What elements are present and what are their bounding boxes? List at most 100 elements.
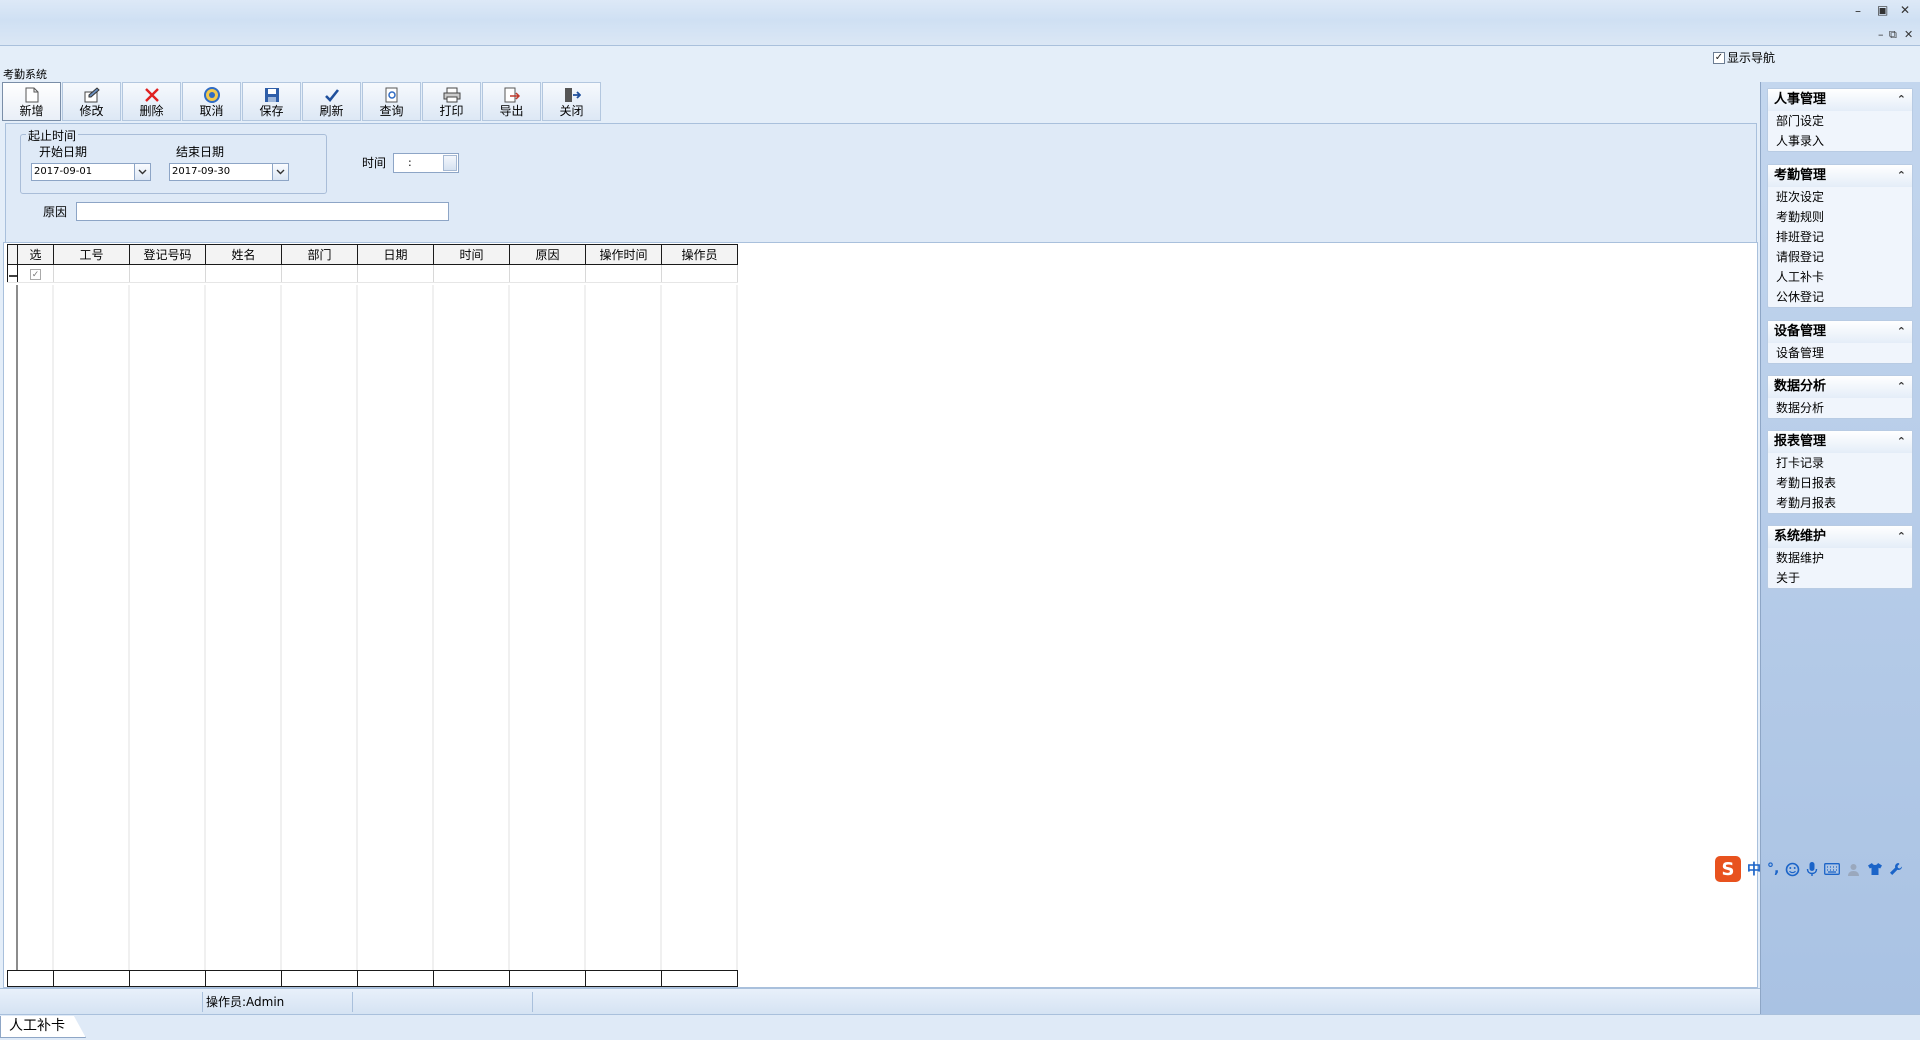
collapse-icon[interactable]: ⌃	[1897, 526, 1906, 548]
column-header-operation-time[interactable]: 操作时间	[585, 244, 662, 265]
nav-item-personnel-entry[interactable]: 人事录入	[1768, 131, 1912, 151]
collapse-icon[interactable]: ⌃	[1897, 376, 1906, 398]
nav-group-header[interactable]: 人事管理 ⌃	[1768, 89, 1912, 111]
time-value: :	[408, 156, 412, 169]
nav-group-header[interactable]: 设备管理 ⌃	[1768, 321, 1912, 343]
child-close-icon[interactable]: ✕	[1904, 28, 1913, 41]
time-cell[interactable]	[433, 264, 510, 283]
nav-item-department-setup[interactable]: 部门设定	[1768, 111, 1912, 131]
table-row[interactable]: ✓	[7, 264, 738, 283]
keyboard-icon[interactable]	[1824, 863, 1841, 875]
collapse-icon[interactable]: ⌃	[1897, 165, 1906, 187]
time-spin-button[interactable]	[443, 155, 457, 171]
wrench-icon[interactable]	[1889, 862, 1903, 876]
nav-item-manual-punch[interactable]: 人工补卡	[1768, 267, 1912, 287]
skin-icon[interactable]	[1867, 862, 1883, 876]
nav-item-data-analysis[interactable]: 数据分析	[1768, 398, 1912, 418]
delete-button[interactable]: 删除	[122, 82, 181, 121]
column-header-employee-id[interactable]: 工号	[53, 244, 130, 265]
user-icon[interactable]	[1846, 862, 1861, 877]
name-cell[interactable]	[205, 264, 282, 283]
nav-item-leave-register[interactable]: 请假登记	[1768, 247, 1912, 267]
cancel-button[interactable]: 取消	[182, 82, 241, 121]
date-range-group: 起止时间 开始日期 结束日期 2017-09-01 2017-09-30	[20, 127, 327, 194]
column-header-register-number[interactable]: 登记号码	[129, 244, 206, 265]
nav-group-header[interactable]: 数据分析 ⌃	[1768, 376, 1912, 398]
select-cell[interactable]: ✓	[17, 264, 54, 283]
nav-group-header[interactable]: 报表管理 ⌃	[1768, 431, 1912, 453]
edit-button[interactable]: 修改	[62, 82, 121, 121]
ime-toolbar[interactable]: S 中 °,	[1713, 855, 1920, 883]
row-select-checkbox[interactable]: ✓	[30, 269, 41, 281]
collapse-icon[interactable]: ⌃	[1897, 89, 1906, 111]
nav-item-monthly-report[interactable]: 考勤月报表	[1768, 493, 1912, 513]
ime-punctuation-icon[interactable]: °,	[1767, 861, 1779, 877]
refresh-button-label: 刷新	[319, 104, 344, 118]
nav-item-attendance-rules[interactable]: 考勤规则	[1768, 207, 1912, 227]
department-cell[interactable]	[281, 264, 358, 283]
start-date-picker[interactable]: 2017-09-01	[31, 163, 151, 181]
ime-mode-label[interactable]: 中	[1747, 859, 1761, 879]
column-header-time[interactable]: 时间	[433, 244, 510, 265]
nav-item-shift-setup[interactable]: 班次设定	[1768, 187, 1912, 207]
add-button[interactable]: 新增	[2, 82, 61, 121]
employee-id-cell[interactable]	[53, 264, 130, 283]
title-bar: – ▣ ✕ – ⧉ ✕	[0, 0, 1920, 46]
save-button[interactable]: 保存	[242, 82, 301, 121]
minimize-icon[interactable]: –	[1855, 4, 1861, 18]
column-header-name[interactable]: 姓名	[205, 244, 282, 265]
reason-cell[interactable]	[509, 264, 586, 283]
emoji-icon[interactable]	[1785, 862, 1800, 877]
column-header-reason[interactable]: 原因	[509, 244, 586, 265]
show-navigation-checkbox[interactable]: ✓	[1713, 51, 1725, 64]
nav-item-device-management[interactable]: 设备管理	[1768, 343, 1912, 363]
nav-item-schedule-register[interactable]: 排班登记	[1768, 227, 1912, 247]
show-navigation-toggle[interactable]: ✓ 显示导航	[1713, 49, 1775, 66]
close-button[interactable]: 关闭	[542, 82, 601, 121]
row-indicator[interactable]	[7, 264, 18, 283]
column-header-date[interactable]: 日期	[357, 244, 434, 265]
child-minimize-icon[interactable]: –	[1878, 28, 1884, 41]
column-header-department[interactable]: 部门	[281, 244, 358, 265]
refresh-button[interactable]: 刷新	[302, 82, 361, 121]
chevron-down-icon[interactable]	[272, 164, 288, 180]
print-button[interactable]: 打印	[422, 82, 481, 121]
print-button-label: 打印	[439, 104, 464, 118]
nav-item-punch-records[interactable]: 打卡记录	[1768, 453, 1912, 473]
end-date-picker[interactable]: 2017-09-30	[169, 163, 289, 181]
reason-input[interactable]	[76, 202, 449, 221]
child-restore-icon[interactable]: ⧉	[1889, 28, 1897, 42]
nav-group-title: 人事管理	[1774, 92, 1827, 107]
time-input[interactable]: :	[393, 153, 459, 173]
date-cell[interactable]	[357, 264, 434, 283]
cancel-button-label: 取消	[199, 104, 224, 118]
start-date-value: 2017-09-01	[34, 166, 93, 177]
delete-button-label: 删除	[139, 104, 164, 118]
export-button[interactable]: 导出	[482, 82, 541, 121]
collapse-icon[interactable]: ⌃	[1897, 321, 1906, 343]
nav-group-header[interactable]: 考勤管理 ⌃	[1768, 165, 1912, 187]
records-grid: 选 工号 登记号码 姓名 部门 日期 时间 原因 操作时间 操作员 ✓	[3, 242, 1758, 988]
nav-item-data-maintenance[interactable]: 数据维护	[1768, 548, 1912, 568]
query-button[interactable]: 查询	[362, 82, 421, 121]
nav-item-daily-report[interactable]: 考勤日报表	[1768, 473, 1912, 493]
nav-item-about[interactable]: 关于	[1768, 568, 1912, 588]
nav-group-header[interactable]: 系统维护 ⌃	[1768, 526, 1912, 548]
operation-time-cell[interactable]	[585, 264, 662, 283]
ime-logo-icon[interactable]: S	[1715, 856, 1741, 882]
close-icon[interactable]: ✕	[1900, 3, 1910, 17]
collapse-icon[interactable]: ⌃	[1897, 431, 1906, 453]
query-button-label: 查询	[379, 104, 404, 118]
restore-icon[interactable]: ▣	[1877, 3, 1888, 17]
tab-manual-punch[interactable]: 人工补卡	[0, 1016, 86, 1038]
records-table: 选 工号 登记号码 姓名 部门 日期 时间 原因 操作时间 操作员 ✓	[7, 244, 738, 283]
column-header-operator[interactable]: 操作员	[661, 244, 738, 265]
save-button-label: 保存	[259, 104, 284, 118]
delete-icon	[143, 86, 161, 103]
nav-item-holiday-register[interactable]: 公休登记	[1768, 287, 1912, 307]
chevron-down-icon[interactable]	[134, 164, 150, 180]
register-number-cell[interactable]	[129, 264, 206, 283]
operator-cell[interactable]	[661, 264, 738, 283]
microphone-icon[interactable]	[1806, 861, 1818, 877]
column-header-select[interactable]: 选	[17, 244, 54, 265]
